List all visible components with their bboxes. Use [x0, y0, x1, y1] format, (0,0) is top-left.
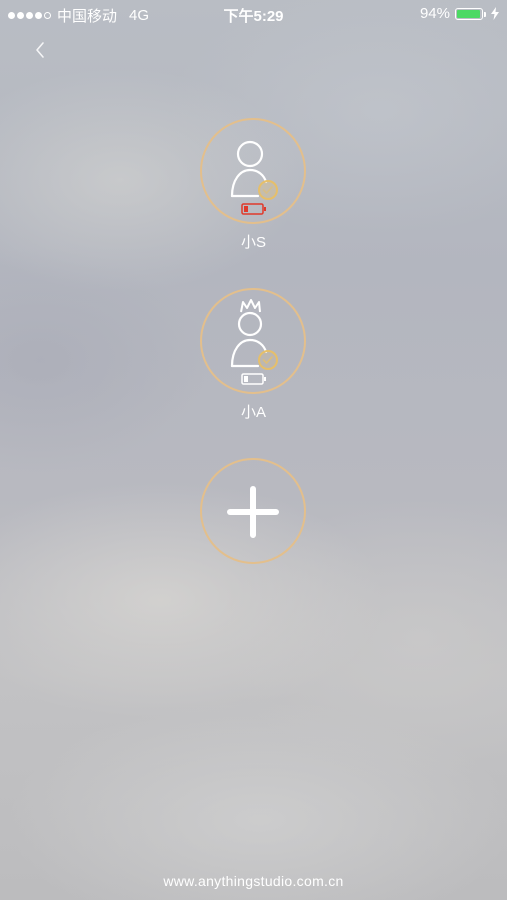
profile-card-1[interactable]: 小S — [0, 118, 507, 253]
battery-icon — [455, 7, 486, 20]
check-circle-icon — [258, 180, 278, 200]
battery-low-icon — [241, 373, 266, 385]
add-profile-area — [0, 458, 507, 568]
profile-name: 小A — [240, 404, 266, 421]
profile-card-2[interactable]: 小A — [0, 288, 507, 423]
battery-percent: 94% — [419, 5, 450, 22]
profile-name: 小S — [240, 234, 266, 251]
plus-icon — [227, 486, 279, 538]
add-profile-button[interactable] — [200, 458, 306, 564]
charging-bolt-icon — [491, 7, 499, 20]
check-circle-icon — [258, 350, 278, 370]
status-right: 94% — [420, 5, 499, 22]
back-button[interactable] — [28, 38, 52, 64]
chevron-left-icon — [36, 42, 44, 58]
battery-low-icon — [241, 203, 266, 215]
status-bar: 中国移动 4G 下午5:29 94% — [0, 0, 507, 28]
avatar-ring[interactable] — [200, 118, 306, 224]
battery-fill — [457, 9, 480, 18]
footer-url: www.anythingstudio.com.cn — [163, 873, 344, 889]
avatar-ring[interactable] — [200, 288, 306, 394]
